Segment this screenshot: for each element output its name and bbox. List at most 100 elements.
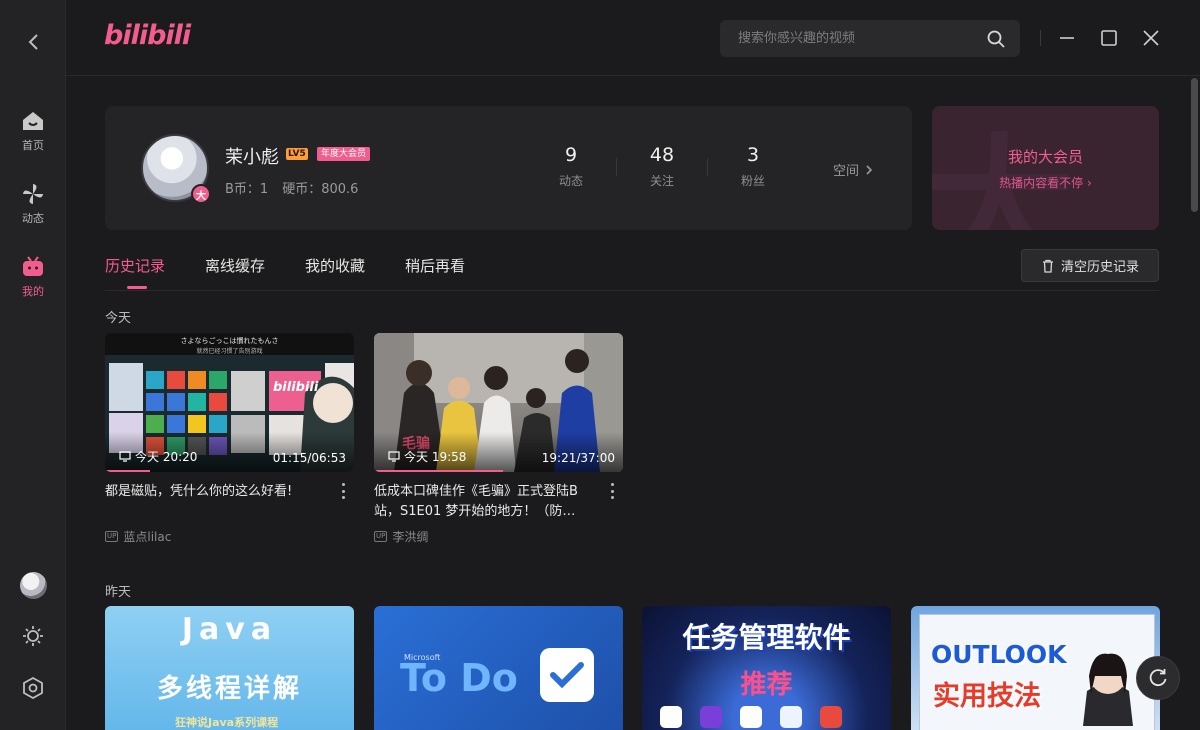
scrollbar[interactable] (1190, 76, 1198, 730)
clear-history-label: 清空历史记录 (1060, 260, 1139, 275)
stat-value: 48 (649, 144, 675, 166)
video-duration: 01:15/06:53 (272, 451, 346, 465)
user-name[interactable]: 茉小彪 (225, 143, 279, 169)
settings-button[interactable] (20, 675, 46, 701)
profile-card: 大 茉小彪 LV5 年度大会员 B币：1 硬币：800.6 9 动态 48 关注 … (105, 106, 912, 230)
monitor-icon (388, 451, 400, 462)
video-thumbnail[interactable]: Java 多线程详解 狂神说Java系列课程 (105, 606, 354, 730)
space-label: 空间 (833, 164, 860, 179)
stat-label: 动态 (558, 174, 583, 188)
sun-icon (23, 626, 43, 646)
search-icon[interactable] (986, 29, 1006, 49)
vip-card-subtitle: 热播内容看不停 › (999, 176, 1092, 190)
uploader[interactable]: UP 李洪绸 (374, 528, 623, 545)
search-input[interactable] (720, 20, 982, 57)
avatar[interactable] (20, 572, 47, 599)
section-title-today: 今天 (105, 311, 132, 326)
sidebar-item-label: 动态 (22, 212, 44, 225)
vip-tag: 年度大会员 (317, 147, 371, 161)
video-card[interactable]: さよならごっこは慣れたもんさ 就然已经习惯了告别游戏 bilibili 今天 2… (105, 333, 354, 545)
theme-button[interactable] (20, 623, 46, 649)
sidebar: 首页 动态 我的 (0, 0, 66, 730)
refresh-icon (1149, 669, 1167, 687)
close-button[interactable] (1139, 26, 1163, 50)
scrollbar-thumb[interactable] (1191, 78, 1198, 212)
sidebar-item-home[interactable]: 首页 (0, 108, 66, 164)
more-options-button[interactable] (340, 483, 346, 499)
tv-icon (20, 254, 46, 280)
thumb-title: 任务管理软件 (682, 621, 851, 654)
stat-label: 粉丝 (740, 174, 765, 188)
stat-following[interactable]: 48 关注 (622, 144, 702, 189)
header: bilibili (66, 0, 1200, 76)
more-options-button[interactable] (609, 483, 615, 499)
video-card[interactable]: 毛骗 今天 19:58 19:21/37:00 低成本口碑佳作《毛骗》正式登陆B… (374, 333, 623, 545)
vip-card-watermark: 大 (932, 121, 1075, 230)
video-duration: 19:21/37:00 (541, 451, 615, 465)
video-card[interactable]: 任务管理软件 推荐 (642, 606, 891, 730)
video-title[interactable]: 都是磁贴，凭什么你的这么好看! (105, 482, 330, 522)
trash-icon (1042, 259, 1053, 273)
chevron-left-icon (28, 34, 38, 50)
vip-card[interactable]: 大 我的大会员 热播内容看不停 › (932, 106, 1159, 230)
watched-time: 今天 19:58 (388, 448, 466, 465)
up-badge-icon: UP (105, 531, 119, 542)
tab-history[interactable]: 历史记录 (105, 255, 165, 276)
watch-progress (105, 470, 150, 472)
video-card[interactable]: OUTLOOK 实用技法 (911, 606, 1160, 730)
check-app-icon (540, 648, 594, 702)
sidebar-item-feed[interactable]: 动态 (0, 181, 66, 237)
video-card[interactable]: Java 多线程详解 狂神说Java系列课程 (105, 606, 354, 730)
thumb-logo: bilibili (273, 380, 319, 395)
bilibili-logo[interactable]: bilibili (104, 20, 191, 51)
vip-badge: 大 (191, 184, 211, 204)
video-card[interactable]: Microsoft To Do (374, 606, 623, 730)
thumb-subtitle: 实用技法 (933, 681, 1041, 712)
video-thumbnail[interactable]: OUTLOOK 实用技法 (911, 606, 1160, 730)
stat-divider (616, 158, 617, 176)
stat-value: 3 (746, 144, 760, 166)
tab-active-indicator (127, 286, 147, 289)
stat-dynamics[interactable]: 9 动态 (531, 144, 611, 189)
sidebar-item-mine[interactable]: 我的 (0, 254, 66, 310)
header-divider (1040, 30, 1041, 46)
video-title[interactable]: 低成本口碑佳作《毛骗》正式登陆B站，S1E01 梦开始的地方！（防… (374, 482, 599, 522)
level-badge: LV5 (286, 148, 308, 160)
thumb-caption: さよならごっこは慣れたもんさ (180, 337, 279, 345)
video-thumbnail[interactable]: 毛骗 今天 19:58 19:21/37:00 (374, 333, 623, 472)
refresh-button[interactable] (1136, 656, 1180, 700)
video-thumbnail[interactable]: 任务管理软件 推荐 (642, 606, 891, 730)
thumb-title: OUTLOOK (931, 640, 1067, 669)
video-thumbnail[interactable]: Microsoft To Do (374, 606, 623, 730)
back-button[interactable] (21, 28, 45, 56)
tab-offline-cache[interactable]: 离线缓存 (205, 255, 265, 276)
maximize-icon (1101, 30, 1117, 46)
thumb-title: Java (181, 612, 278, 647)
uploader[interactable]: UP 蓝点lilac (105, 528, 354, 545)
coin: 硬币：800.6 (282, 182, 359, 197)
minimize-button[interactable] (1055, 26, 1079, 50)
thumb-footer: 狂神说Java系列课程 (175, 716, 279, 729)
maximize-button[interactable] (1097, 26, 1121, 50)
tab-favorites[interactable]: 我的收藏 (305, 255, 365, 276)
watch-progress (374, 470, 504, 472)
space-link[interactable]: 空间 (833, 160, 875, 179)
thumb-title: To Do (400, 656, 518, 700)
thumb-subtitle: 推荐 (740, 670, 793, 700)
pinwheel-icon (20, 181, 46, 207)
tab-watch-later[interactable]: 稍后再看 (405, 255, 465, 276)
app-icons-row (660, 706, 842, 728)
gear-icon (23, 677, 43, 699)
watched-time: 今天 20:20 (119, 448, 197, 465)
minimize-icon (1060, 37, 1074, 39)
stat-divider (707, 158, 708, 176)
sidebar-item-label: 我的 (22, 285, 44, 298)
stat-fans[interactable]: 3 粉丝 (713, 144, 793, 189)
close-icon (1143, 30, 1159, 46)
coin-info: B币：1 硬币：800.6 (225, 178, 372, 197)
thumb-caption-sub: 就然已经习惯了告别游戏 (196, 348, 263, 355)
video-thumbnail[interactable]: さよならごっこは慣れたもんさ 就然已经习惯了告别游戏 bilibili 今天 2… (105, 333, 354, 472)
clear-history-button[interactable]: 清空历史记录 (1021, 249, 1159, 282)
section-title-yesterday: 昨天 (105, 585, 132, 600)
search-box (720, 20, 1020, 57)
